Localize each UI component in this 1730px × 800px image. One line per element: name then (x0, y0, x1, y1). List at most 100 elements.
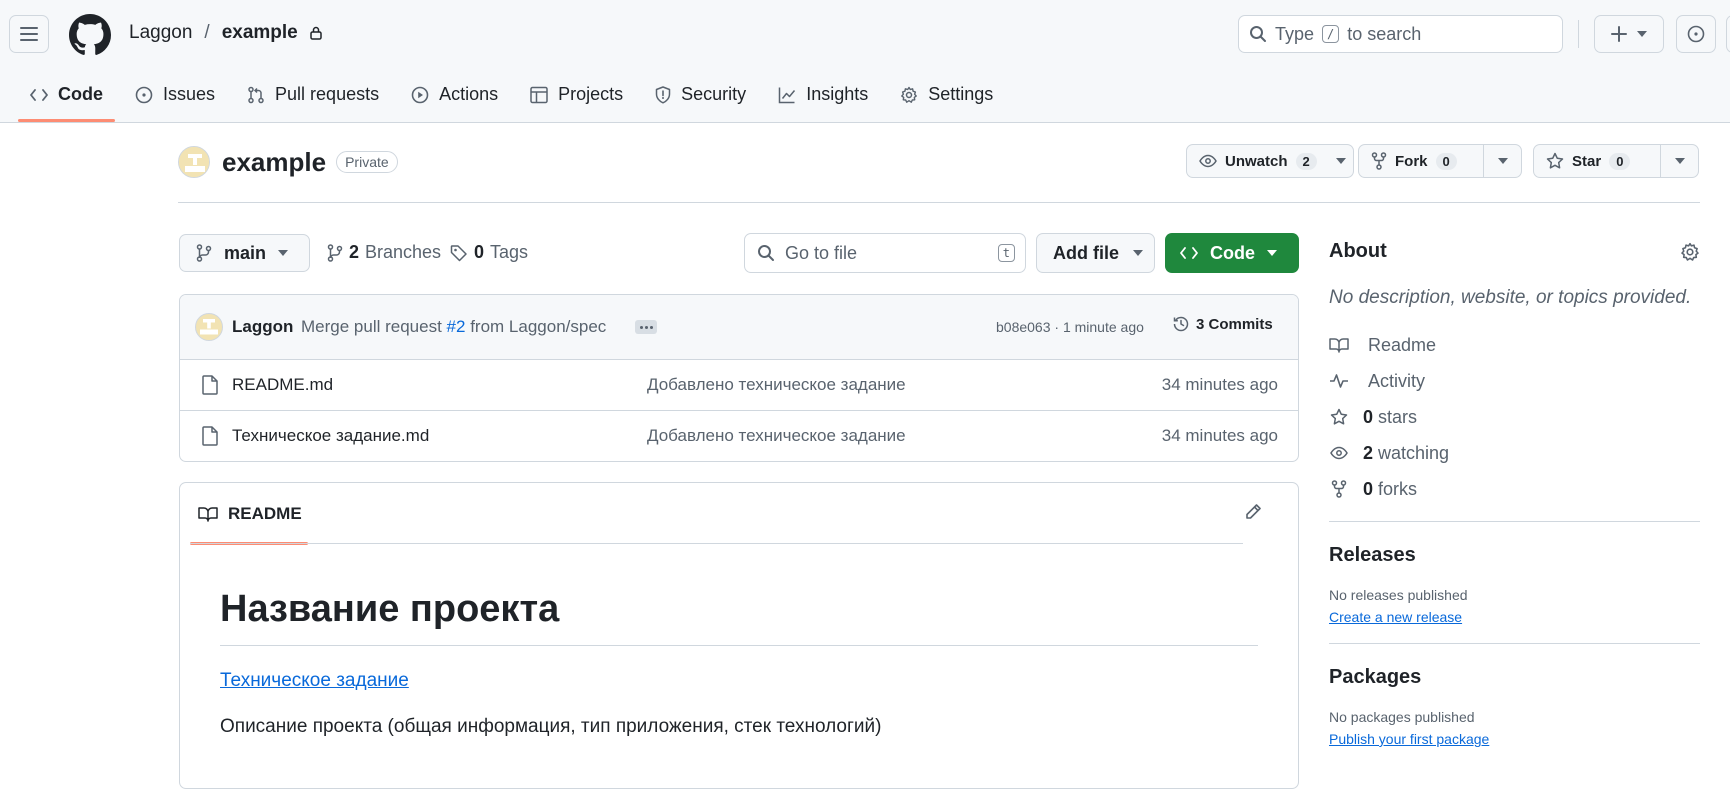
watchers-count: 2 (1295, 152, 1317, 170)
create-new-button[interactable] (1594, 15, 1664, 53)
owner-avatar[interactable] (178, 146, 210, 178)
book-icon (1329, 338, 1349, 353)
tags-link[interactable]: 0 Tags (450, 242, 528, 263)
pencil-icon[interactable] (1244, 503, 1262, 521)
fork-label: Fork (1395, 152, 1428, 170)
commit-message[interactable]: Merge pull request #2 from Laggon/spec (301, 317, 606, 337)
commit-expand-button[interactable] (635, 320, 657, 334)
tab-settings-label: Settings (928, 84, 994, 104)
create-release-link[interactable]: Create a new release (1329, 609, 1462, 625)
tab-projects[interactable]: Projects (518, 78, 635, 111)
lock-icon (309, 26, 322, 40)
code-clone-button[interactable]: Code (1165, 233, 1299, 273)
readme-tab-label: README (228, 503, 302, 523)
header-divider (1578, 20, 1579, 48)
watching-link[interactable]: 2 watching (1329, 435, 1700, 471)
pull-requests-header-button[interactable] (1726, 15, 1730, 53)
commit-author-avatar[interactable] (195, 313, 223, 341)
github-logo-icon[interactable] (69, 14, 111, 56)
global-search-input[interactable]: Type / to search (1238, 15, 1563, 53)
publish-package-link[interactable]: Publish your first package (1329, 731, 1489, 747)
file-name[interactable]: README.md (232, 375, 333, 395)
go-to-file-shortcut: t (997, 244, 1015, 262)
fork-button[interactable]: Fork 0 (1359, 145, 1483, 177)
triangle-down-icon (278, 250, 289, 256)
file-row[interactable]: Техническое задание.md Добавлено техниче… (180, 411, 1298, 461)
file-commit-message[interactable]: Добавлено техническое задание (647, 375, 906, 395)
star-button[interactable]: Star 0 (1534, 145, 1660, 177)
readme-link-label: Readme (1368, 334, 1437, 355)
file-row[interactable]: README.md Добавлено техническое задание … (180, 360, 1298, 411)
unwatch-dropdown[interactable] (1329, 145, 1353, 177)
triangle-down-icon (1267, 250, 1277, 256)
tab-security[interactable]: Security (643, 78, 758, 111)
search-icon (1250, 26, 1266, 42)
breadcrumb-repo-link[interactable]: example (222, 22, 298, 44)
issues-button[interactable] (1676, 15, 1716, 53)
unwatch-button[interactable]: Unwatch 2 (1187, 145, 1329, 177)
tab-code[interactable]: Code (18, 78, 115, 122)
commit-pr-link[interactable]: #2 (447, 317, 466, 336)
readme-tab[interactable]: README (190, 483, 308, 545)
fork-dropdown[interactable] (1483, 145, 1521, 177)
file-icon (202, 375, 218, 395)
add-file-button[interactable]: Add file (1036, 233, 1155, 273)
readme-content: Название проекта Техническое задание Опи… (220, 588, 1258, 738)
search-prefix: Type (1275, 23, 1315, 44)
commit-author[interactable]: Laggon (232, 317, 293, 337)
search-shortcut-key: / (1322, 25, 1340, 43)
book-icon (198, 506, 218, 522)
tab-insights-label: Insights (806, 84, 869, 104)
branches-link[interactable]: 2 Branches (327, 242, 441, 263)
app-header: Laggon / example Type / to search Code I… (0, 0, 1730, 123)
packages-title[interactable]: Packages (1329, 666, 1700, 689)
tab-issues[interactable]: Issues (123, 78, 227, 111)
readme-panel: README Название проекта Техническое зада… (179, 482, 1299, 789)
branch-selector-button[interactable]: main (179, 234, 310, 272)
activity-link-label: Activity (1368, 370, 1426, 391)
star-icon (1546, 152, 1564, 169)
commit-sha-time[interactable]: b08e063 · 1 minute ago (996, 319, 1144, 335)
readme-spec-link[interactable]: Техническое задание (220, 670, 409, 692)
eye-icon (1199, 154, 1217, 168)
add-file-label: Add file (1053, 242, 1119, 263)
activity-link[interactable]: Activity (1329, 363, 1700, 399)
readme-tabbar: README (180, 483, 1298, 545)
commits-link[interactable]: 3 Commits (1172, 315, 1273, 333)
readme-tab-divider (190, 543, 1243, 544)
tab-settings[interactable]: Settings (888, 78, 1005, 111)
tab-insights[interactable]: Insights (766, 78, 880, 111)
gear-icon[interactable] (1680, 242, 1700, 262)
menu-button[interactable] (9, 15, 49, 53)
tab-actions[interactable]: Actions (399, 78, 510, 111)
search-icon (758, 245, 774, 261)
commit-message-prefix: Merge pull request (301, 317, 442, 336)
about-title: About (1329, 240, 1387, 262)
code-icon (30, 88, 48, 101)
issue-opened-icon (135, 86, 153, 103)
unwatch-label: Unwatch (1225, 152, 1288, 170)
repo-name[interactable]: example (222, 147, 326, 178)
go-to-file-input[interactable]: Go to file t (744, 233, 1026, 273)
file-list: Laggon Merge pull request #2 from Laggon… (179, 294, 1299, 462)
tab-security-label: Security (681, 84, 747, 104)
branch-name: main (224, 242, 267, 263)
stars-link[interactable]: 0 stars (1329, 399, 1700, 435)
tab-code-label: Code (58, 84, 103, 104)
forks-link[interactable]: 0 forks (1329, 471, 1700, 507)
fork-button-group: Fork 0 (1358, 144, 1522, 178)
star-dropdown[interactable] (1660, 145, 1698, 177)
readme-paragraph: Описание проекта (общая информация, тип … (220, 716, 882, 737)
file-name[interactable]: Техническое задание.md (232, 426, 429, 446)
file-commit-message[interactable]: Добавлено техническое задание (647, 426, 906, 446)
triangle-down-icon (1335, 158, 1346, 164)
tab-pull-requests[interactable]: Pull requests (235, 78, 391, 111)
readme-link[interactable]: Readme (1329, 327, 1700, 363)
shield-icon (655, 85, 671, 104)
releases-title[interactable]: Releases (1329, 544, 1700, 567)
about-sidebar: About No description, website, or topics… (1329, 240, 1700, 749)
triangle-down-icon (1497, 158, 1508, 164)
breadcrumb: Laggon / example (129, 22, 322, 44)
breadcrumb-owner-link[interactable]: Laggon (129, 22, 192, 44)
branches-label: Branches (365, 242, 442, 262)
